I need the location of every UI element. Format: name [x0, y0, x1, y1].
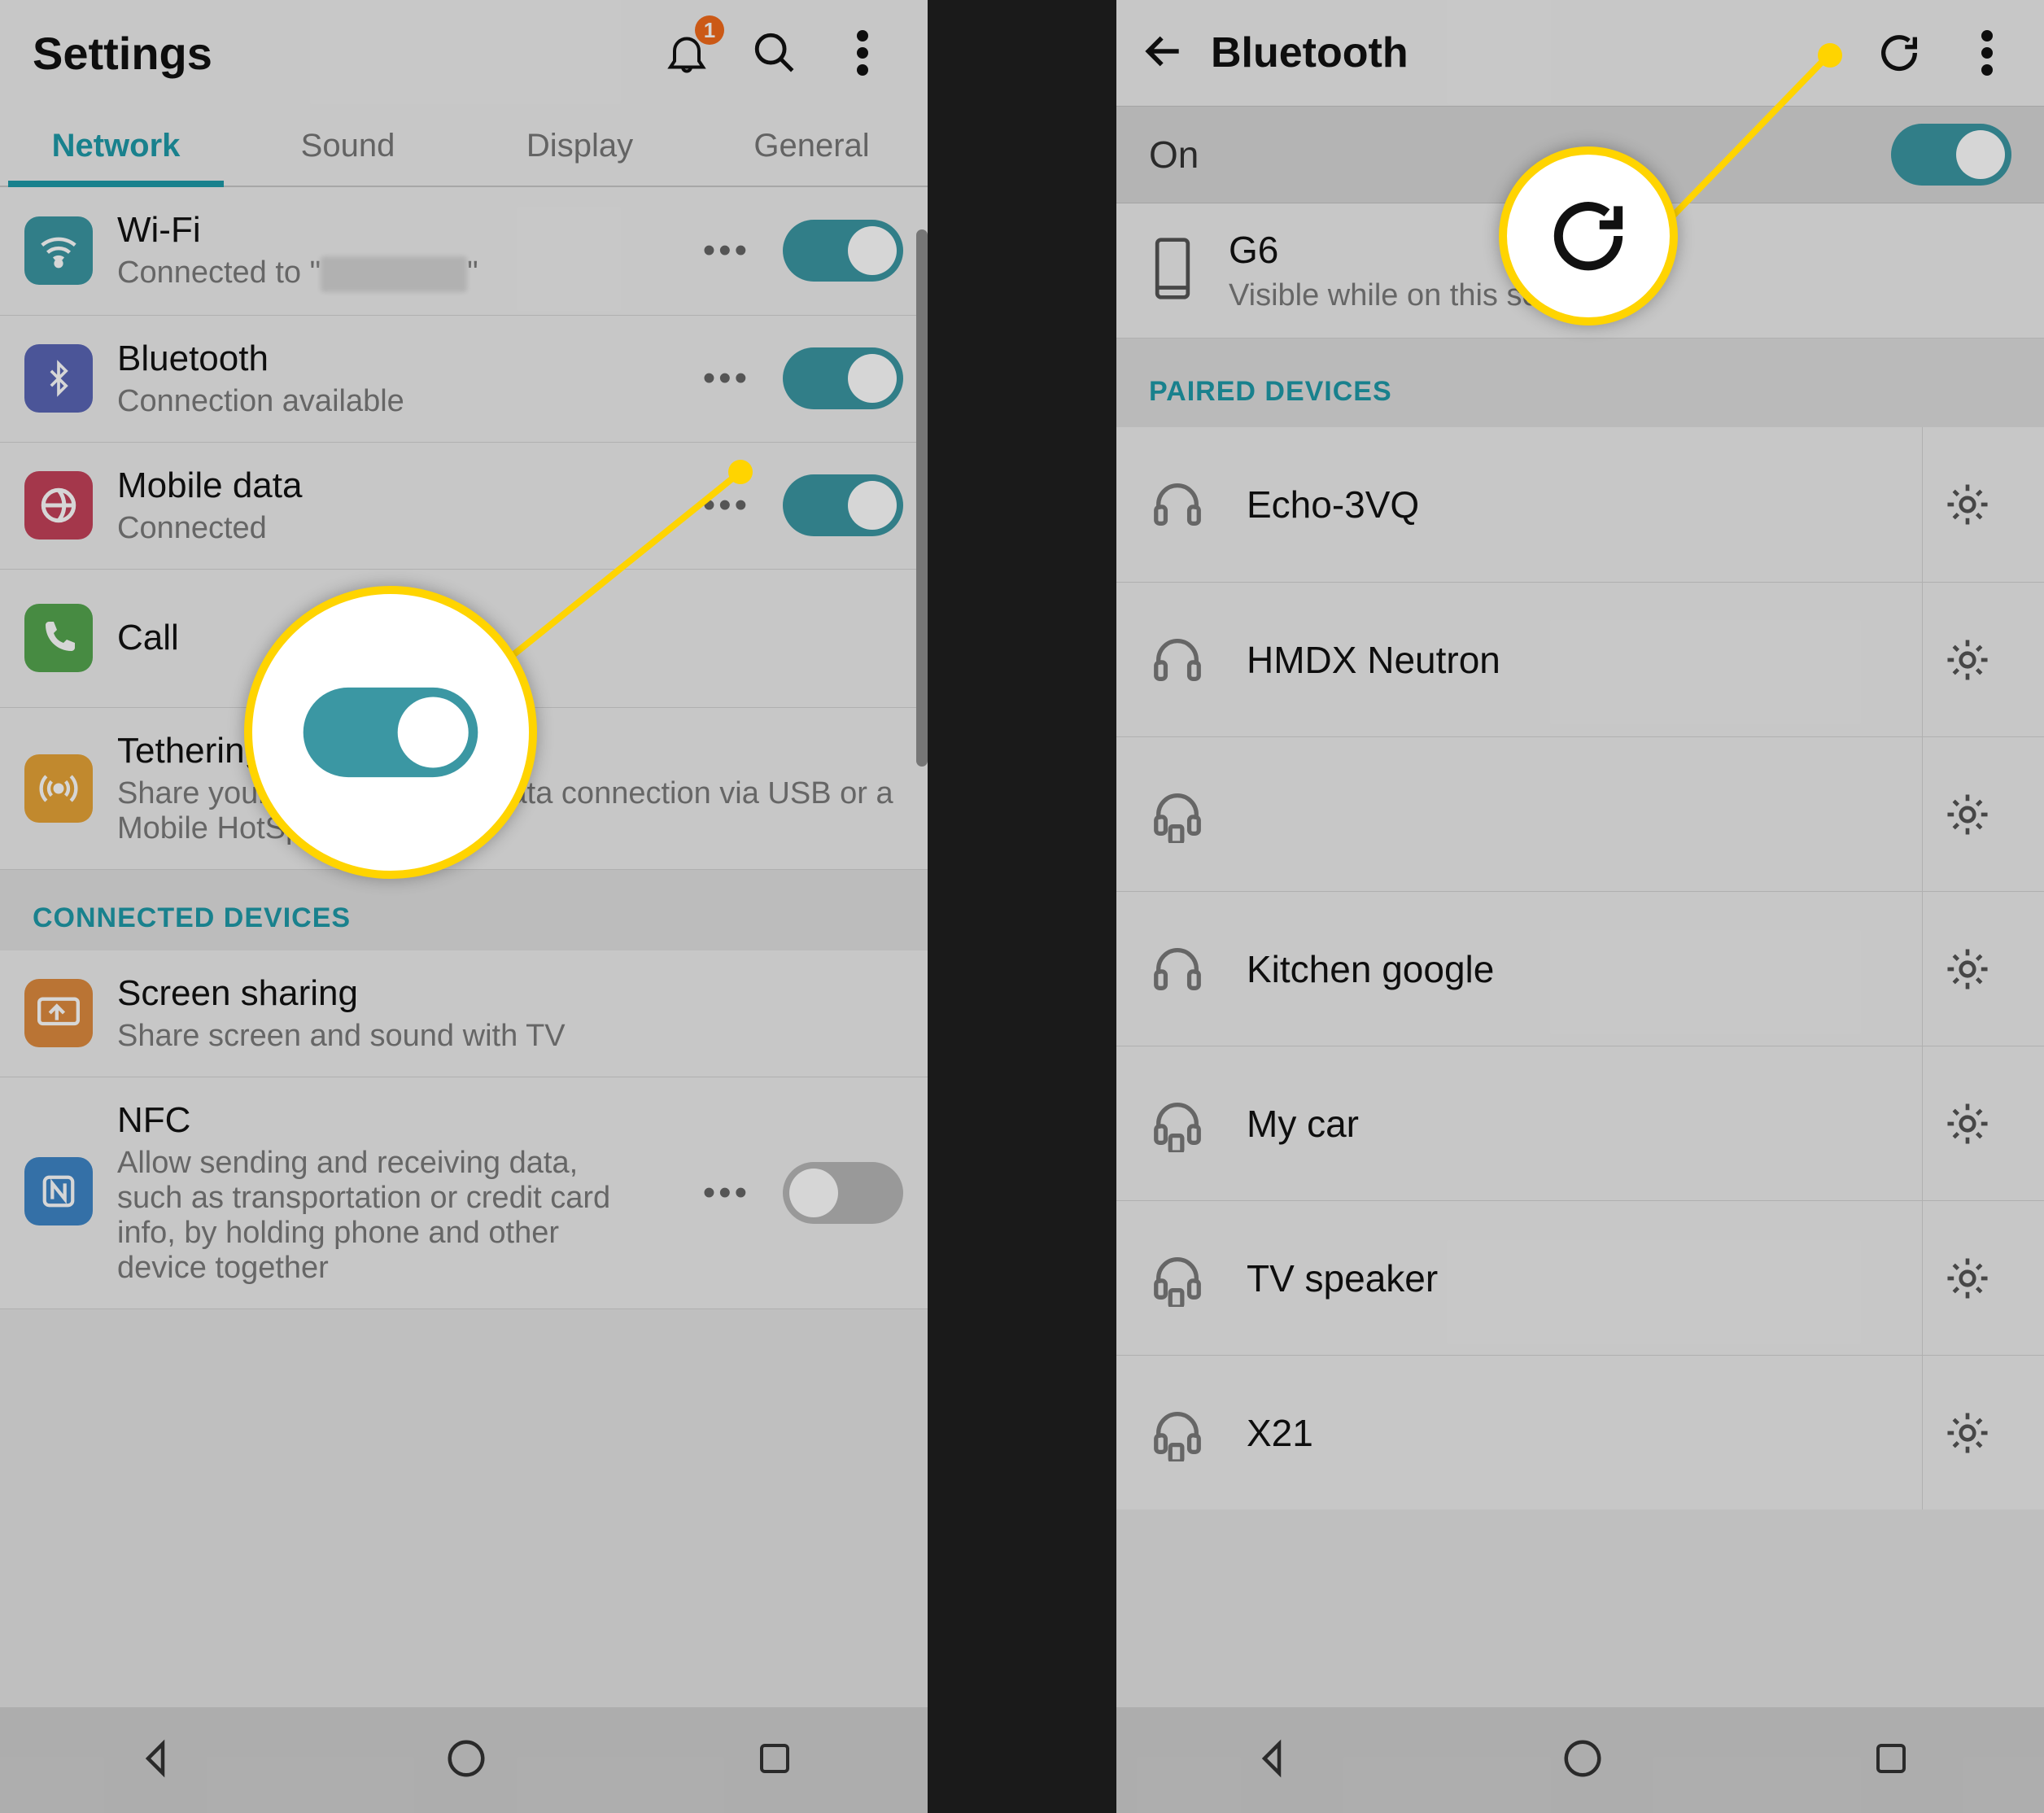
mobile-data-icon	[24, 471, 93, 540]
nav-bar	[0, 1707, 928, 1813]
section-paired-devices: PAIRED DEVICES	[1116, 339, 2044, 427]
nav-back-icon[interactable]	[1250, 1737, 1294, 1785]
scrollbar[interactable]	[916, 229, 928, 767]
settings-header: Settings 1	[0, 0, 928, 106]
tab-sound[interactable]: Sound	[232, 106, 464, 186]
highlight-dot	[1818, 43, 1842, 68]
nfc-title: NFC	[117, 1100, 679, 1141]
bluetooth-title: Bluetooth	[1211, 28, 1844, 77]
tab-network[interactable]: Network	[0, 106, 232, 186]
row-mobile-data[interactable]: Mobile data Connected •••	[0, 443, 928, 570]
on-label: On	[1149, 133, 1891, 177]
search-icon[interactable]	[742, 20, 807, 85]
paired-device-row[interactable]: Kitchen google	[1116, 891, 2044, 1046]
nfc-icon	[24, 1157, 93, 1225]
overflow-menu-icon[interactable]	[1954, 20, 2020, 85]
nav-bar	[1116, 1707, 2044, 1813]
row-wifi[interactable]: Wi-Fi Connected to "" •••	[0, 187, 928, 316]
device-settings-button[interactable]	[1922, 1046, 2011, 1200]
notification-badge: 1	[695, 15, 724, 45]
refresh-icon[interactable]	[1867, 20, 1932, 85]
back-icon[interactable]	[1141, 28, 1186, 78]
nav-back-icon[interactable]	[133, 1737, 177, 1785]
nav-home-icon[interactable]	[1561, 1737, 1605, 1785]
headset-mobile-icon	[1149, 1095, 1206, 1152]
headset-mobile-icon	[1149, 786, 1206, 843]
paired-device-name: X21	[1247, 1411, 1922, 1455]
bluetooth-more-icon[interactable]: •••	[703, 358, 750, 399]
mobile-toggle[interactable]	[783, 474, 903, 536]
nfc-toggle[interactable]	[783, 1162, 903, 1224]
paired-device-row[interactable]: Echo-3VQ	[1116, 427, 2044, 582]
screen-title: Screen sharing	[117, 973, 903, 1014]
highlight-bubble-toggle	[244, 586, 537, 879]
paired-device-name: TV speaker	[1247, 1256, 1922, 1300]
screen-sharing-icon	[24, 979, 93, 1047]
paired-device-row[interactable]	[1116, 736, 2044, 891]
highlight-bubble-refresh	[1499, 146, 1678, 325]
headphones-icon	[1149, 631, 1206, 688]
wifi-toggle[interactable]	[783, 220, 903, 282]
paired-device-name: Echo-3VQ	[1247, 483, 1922, 526]
bluetooth-icon	[24, 344, 93, 413]
device-settings-button[interactable]	[1922, 1356, 2011, 1509]
device-settings-button[interactable]	[1922, 892, 2011, 1046]
bluetooth-title: Bluetooth	[117, 339, 679, 379]
overflow-menu-icon[interactable]	[830, 20, 895, 85]
row-bluetooth[interactable]: Bluetooth Connection available •••	[0, 316, 928, 443]
mobile-sub: Connected	[117, 511, 679, 546]
paired-device-list: Echo-3VQ HMDX Neutron Kitchen google My car…	[1116, 427, 2044, 1509]
row-screen-sharing[interactable]: Screen sharing Share screen and sound wi…	[0, 950, 928, 1077]
wifi-sub: Connected to ""	[117, 256, 679, 292]
headphones-icon	[1149, 941, 1206, 998]
bluetooth-master-toggle[interactable]	[1891, 124, 2011, 186]
bluetooth-screen: Bluetooth On G6 Visible while on this sc…	[1116, 0, 2044, 1813]
highlight-dot	[728, 460, 753, 484]
headphones-icon	[1149, 476, 1206, 533]
headset-mobile-icon	[1149, 1250, 1206, 1307]
bluetooth-header: Bluetooth	[1116, 0, 2044, 106]
row-nfc[interactable]: NFC Allow sending and receiving data, su…	[0, 1077, 928, 1309]
bluetooth-sub: Connection available	[117, 384, 679, 419]
tab-general[interactable]: General	[696, 106, 928, 186]
wifi-title: Wi-Fi	[117, 210, 679, 251]
mobile-more-icon[interactable]: •••	[703, 485, 750, 526]
settings-screen: Settings 1 Network Sound Display General…	[0, 0, 928, 1813]
screen-sub: Share screen and sound with TV	[117, 1019, 903, 1054]
mobile-title: Mobile data	[117, 465, 679, 506]
device-settings-button[interactable]	[1922, 737, 2011, 891]
nav-recent-icon[interactable]	[755, 1739, 794, 1782]
notifications-icon[interactable]: 1	[654, 20, 719, 85]
tab-bar: Network Sound Display General	[0, 106, 928, 187]
paired-device-name: My car	[1247, 1102, 1922, 1146]
call-icon	[24, 604, 93, 672]
wifi-icon	[24, 216, 93, 285]
wifi-more-icon[interactable]: •••	[703, 230, 750, 271]
tab-display[interactable]: Display	[464, 106, 696, 186]
paired-device-row[interactable]: TV speaker	[1116, 1200, 2044, 1355]
device-settings-button[interactable]	[1922, 1201, 2011, 1355]
nav-home-icon[interactable]	[444, 1737, 488, 1785]
paired-device-row[interactable]: HMDX Neutron	[1116, 582, 2044, 736]
device-settings-button[interactable]	[1922, 583, 2011, 736]
nfc-sub: Allow sending and receiving data, such a…	[117, 1146, 622, 1286]
page-title: Settings	[33, 27, 631, 80]
paired-device-name: HMDX Neutron	[1247, 638, 1922, 682]
bluetooth-toggle[interactable]	[783, 347, 903, 409]
nav-recent-icon[interactable]	[1871, 1739, 1911, 1782]
nfc-more-icon[interactable]: •••	[703, 1173, 750, 1213]
paired-device-name: Kitchen google	[1247, 947, 1922, 991]
phone-icon	[1149, 236, 1196, 305]
paired-device-row[interactable]: My car	[1116, 1046, 2044, 1200]
tethering-icon	[24, 754, 93, 823]
device-settings-button[interactable]	[1922, 427, 2011, 582]
section-connected-devices: CONNECTED DEVICES	[0, 870, 928, 950]
wifi-ssid-redacted	[321, 256, 467, 292]
headset-mobile-icon	[1149, 1405, 1206, 1461]
paired-device-row[interactable]: X21	[1116, 1355, 2044, 1509]
